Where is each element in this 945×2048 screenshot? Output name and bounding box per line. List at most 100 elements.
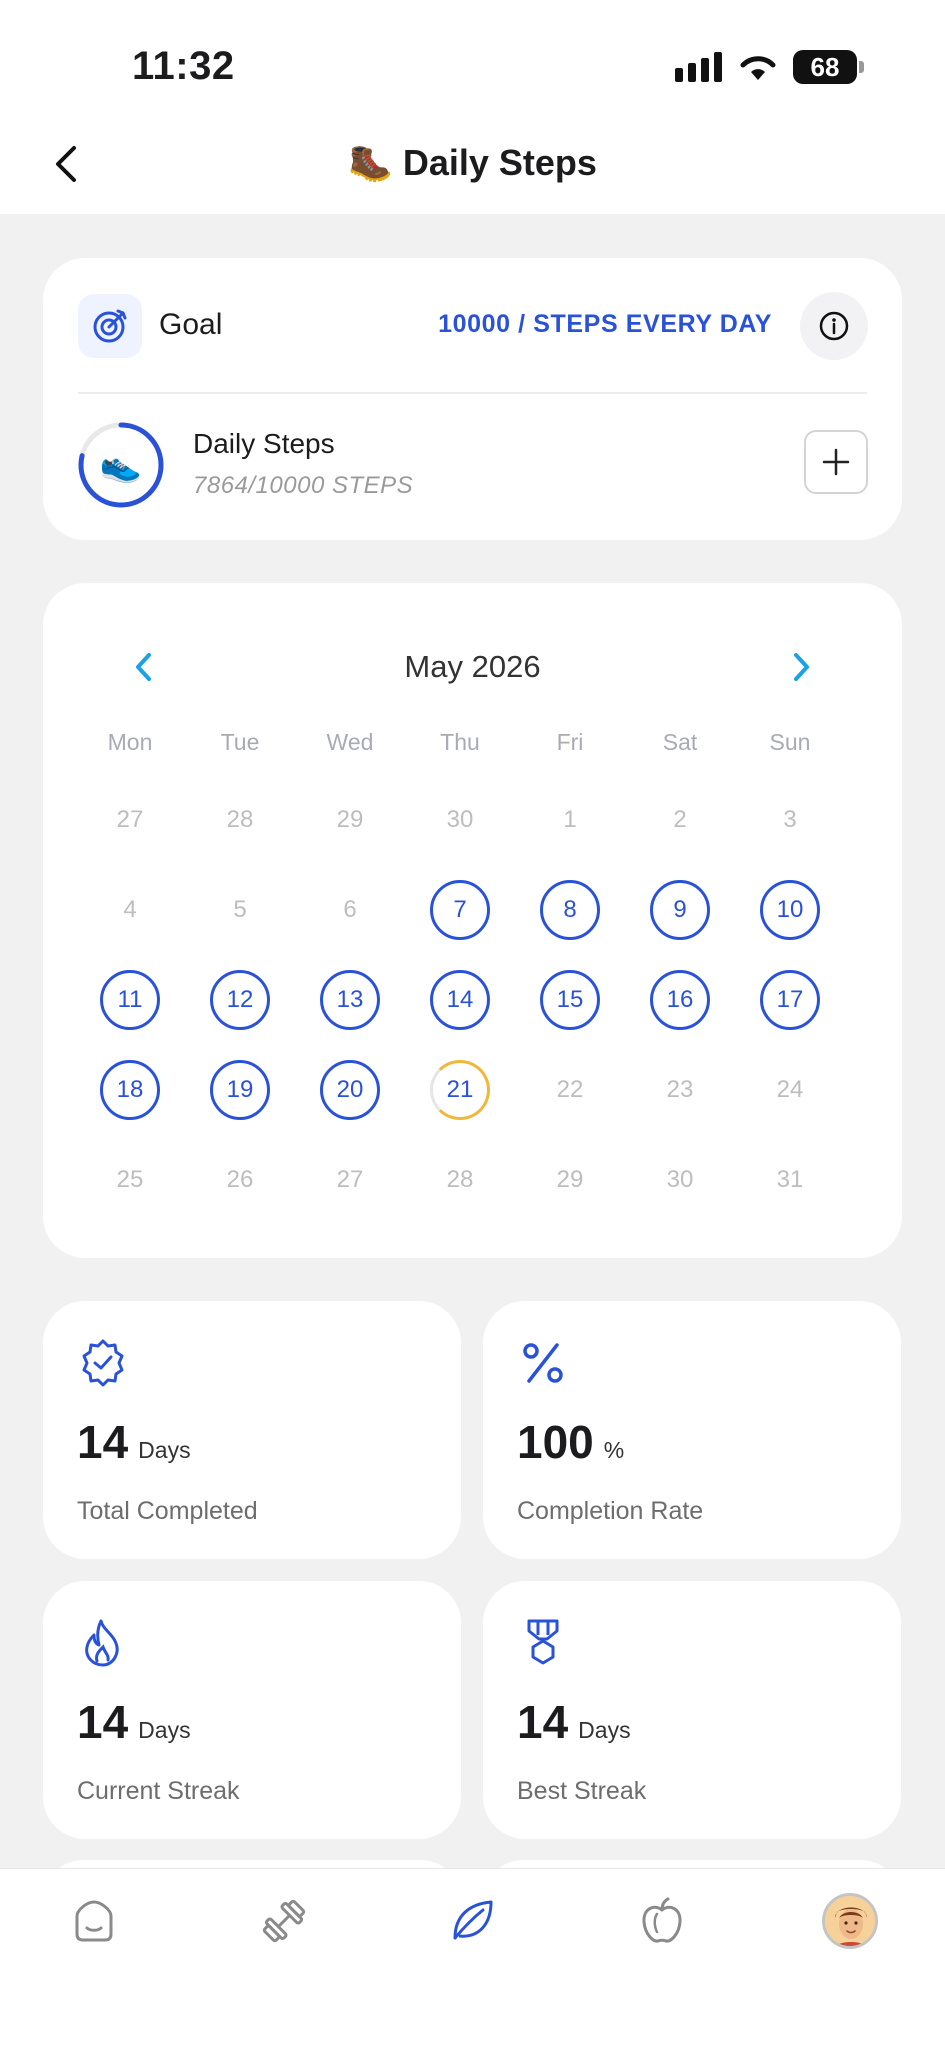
calendar-day[interactable]: 6 bbox=[295, 865, 405, 955]
calendar-day-number: 25 bbox=[116, 1166, 144, 1193]
stat-label: Completion Rate bbox=[517, 1497, 704, 1525]
calendar-day[interactable]: 9 bbox=[625, 865, 735, 955]
add-steps-button[interactable] bbox=[804, 430, 868, 494]
page-title-text: Daily Steps bbox=[402, 142, 597, 183]
calendar-day[interactable]: 25 bbox=[75, 1135, 185, 1225]
battery-indicator: 68 bbox=[793, 50, 864, 84]
calendar-day-number: 11 bbox=[100, 970, 160, 1030]
stat-number: 100 bbox=[517, 1416, 594, 1468]
stat-card-best-streak: 14 Days Best Streak bbox=[483, 1581, 901, 1839]
stat-unit: Days bbox=[578, 1717, 631, 1743]
flame-icon bbox=[85, 1619, 119, 1667]
calendar-day-number: 28 bbox=[446, 1166, 474, 1193]
calendar-day[interactable]: 2 bbox=[625, 775, 735, 865]
leaf-icon bbox=[453, 1900, 493, 1940]
stat-card-current-streak: 14 Days Current Streak bbox=[43, 1581, 461, 1839]
calendar-day[interactable]: 27 bbox=[75, 775, 185, 865]
calendar-day-number: 12 bbox=[210, 970, 270, 1030]
home-icon bbox=[75, 1900, 113, 1942]
calendar-day[interactable]: 22 bbox=[515, 1045, 625, 1135]
calendar-day-number: 21 bbox=[430, 1060, 490, 1120]
calendar-day-number: 19 bbox=[210, 1060, 270, 1120]
stat-value: 100 % bbox=[517, 1415, 624, 1469]
weekday-label: Thu bbox=[440, 729, 480, 755]
calendar-day[interactable]: 13 bbox=[295, 955, 405, 1045]
calendar-day-number: 29 bbox=[336, 806, 364, 833]
calendar-day[interactable]: 20 bbox=[295, 1045, 405, 1135]
calendar-day[interactable]: 29 bbox=[515, 1135, 625, 1225]
calendar-day[interactable]: 28 bbox=[405, 1135, 515, 1225]
calendar-card: May 2026 Mon Tue Wed Thu Fri Sat Sun 27 28 29 30 1… bbox=[43, 583, 902, 1258]
status-bar: 11:32 68 bbox=[0, 0, 945, 112]
calendar-day-number: 1 bbox=[563, 806, 577, 833]
calendar-day-number: 18 bbox=[100, 1060, 160, 1120]
plus-icon bbox=[822, 448, 850, 476]
calendar-day[interactable]: 5 bbox=[185, 865, 295, 955]
calendar-day[interactable]: 28 bbox=[185, 775, 295, 865]
tab-nutrition[interactable] bbox=[630, 1889, 694, 1953]
tab-profile[interactable] bbox=[818, 1889, 882, 1953]
calendar-day[interactable]: 4 bbox=[75, 865, 185, 955]
calendar-day[interactable]: 17 bbox=[735, 955, 845, 1045]
weekday-label: Tue bbox=[220, 729, 260, 755]
calendar-day[interactable]: 10 bbox=[735, 865, 845, 955]
calendar-day-number: 8 bbox=[540, 880, 600, 940]
calendar-day[interactable]: 26 bbox=[185, 1135, 295, 1225]
status-time: 11:32 bbox=[132, 44, 235, 88]
calendar-days: 27 28 29 30 1 2 3 4 5 6 7 8 9 10 11 12 13 14 15 16 17 18 19 20 2… bbox=[75, 775, 845, 1225]
calendar-day-number: 30 bbox=[666, 1166, 694, 1193]
medal-icon bbox=[527, 1619, 559, 1665]
calendar-day-number: 9 bbox=[650, 880, 710, 940]
calendar-day[interactable]: 19 bbox=[185, 1045, 295, 1135]
calendar-day[interactable]: 3 bbox=[735, 775, 845, 865]
calendar-day-number: 24 bbox=[776, 1076, 804, 1103]
calendar-day[interactable]: 16 bbox=[625, 955, 735, 1045]
status-icons: 68 bbox=[675, 50, 864, 84]
calendar-day[interactable]: 1 bbox=[515, 775, 625, 865]
tab-home[interactable] bbox=[62, 1889, 126, 1953]
badge-check-icon bbox=[82, 1339, 124, 1387]
calendar-day-number: 20 bbox=[320, 1060, 380, 1120]
calendar-day-number: 7 bbox=[430, 880, 490, 940]
tab-workout[interactable] bbox=[252, 1889, 316, 1953]
calendar-day[interactable]: 21 bbox=[405, 1045, 515, 1135]
steps-progress-text: 7864/10000 STEPS bbox=[193, 472, 414, 499]
calendar-day[interactable]: 14 bbox=[405, 955, 515, 1045]
info-button[interactable] bbox=[800, 292, 868, 360]
tab-habits[interactable] bbox=[440, 1889, 504, 1953]
stat-label: Best Streak bbox=[517, 1777, 647, 1805]
calendar-day-number: 17 bbox=[760, 970, 820, 1030]
goal-label: Goal bbox=[159, 308, 223, 341]
weekday-label: Fri bbox=[556, 729, 584, 755]
info-icon bbox=[819, 311, 849, 341]
calendar-day-number: 27 bbox=[116, 806, 144, 833]
stat-value: 14 Days bbox=[77, 1695, 191, 1749]
calendar-day[interactable]: 18 bbox=[75, 1045, 185, 1135]
calendar-day-number: 23 bbox=[666, 1076, 694, 1103]
shoe-icon: 🥾 bbox=[348, 142, 393, 183]
calendar-day-number: 3 bbox=[783, 806, 797, 833]
calendar-day[interactable]: 7 bbox=[405, 865, 515, 955]
profile-avatar bbox=[822, 1893, 878, 1949]
calendar-day[interactable]: 31 bbox=[735, 1135, 845, 1225]
stat-label: Current Streak bbox=[77, 1777, 240, 1805]
calendar-day-number: 14 bbox=[430, 970, 490, 1030]
stat-card-total: 14 Days Total Completed bbox=[43, 1301, 461, 1559]
calendar-day[interactable]: 30 bbox=[625, 1135, 735, 1225]
calendar-day[interactable]: 24 bbox=[735, 1045, 845, 1135]
calendar-day[interactable]: 27 bbox=[295, 1135, 405, 1225]
weekday-label: Sat bbox=[662, 729, 698, 755]
next-month-button[interactable] bbox=[782, 647, 822, 687]
calendar-day[interactable]: 8 bbox=[515, 865, 625, 955]
calendar-day[interactable]: 23 bbox=[625, 1045, 735, 1135]
divider bbox=[78, 392, 867, 394]
calendar-day[interactable]: 30 bbox=[405, 775, 515, 865]
calendar-day[interactable]: 11 bbox=[75, 955, 185, 1045]
steps-title: Daily Steps bbox=[193, 428, 335, 459]
stat-number: 14 bbox=[77, 1416, 129, 1468]
calendar-day-number: 15 bbox=[540, 970, 600, 1030]
calendar-day[interactable]: 15 bbox=[515, 955, 625, 1045]
calendar-day[interactable]: 12 bbox=[185, 955, 295, 1045]
calendar-day[interactable]: 29 bbox=[295, 775, 405, 865]
calendar-day-number: 27 bbox=[336, 1166, 364, 1193]
